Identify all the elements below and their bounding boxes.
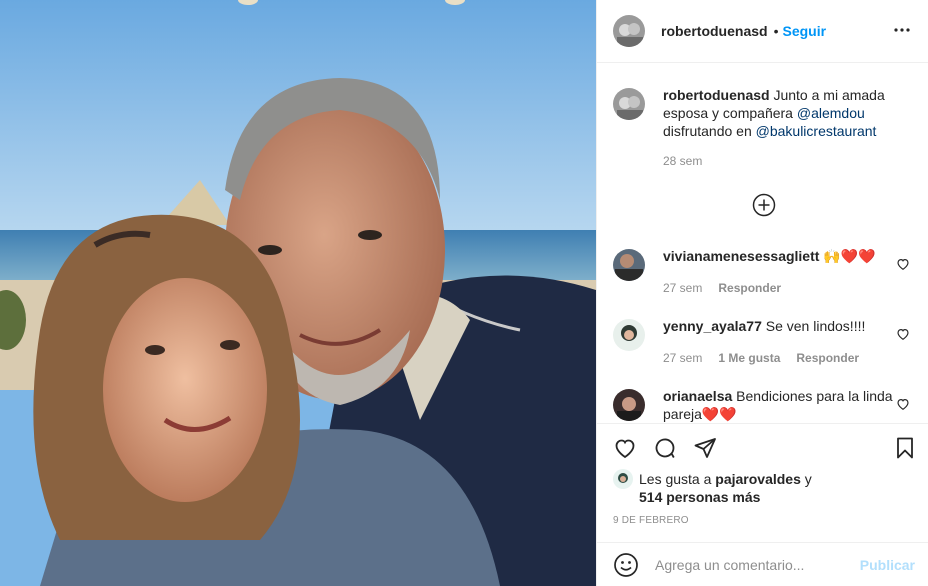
post-actions: Les gusta a pajarovaldes y 514 personas …	[597, 423, 928, 586]
load-more-comments-icon[interactable]	[752, 193, 776, 217]
post-side-panel: robertoduenasd • Seguir robertoduenasd J…	[596, 0, 928, 586]
comment-username[interactable]: vivianamenesessagliett	[663, 248, 819, 264]
comment-text: Se ven lindos!!!!	[761, 318, 866, 334]
comment-text: 🙌❤️❤️	[819, 248, 876, 264]
share-paper-plane-icon[interactable]	[693, 436, 717, 460]
comment-time[interactable]: 27 sem	[663, 279, 702, 297]
comment-username[interactable]: orianaelsa	[663, 388, 732, 404]
caption: robertoduenasd Junto a mi amada esposa y…	[613, 86, 912, 170]
comment-item: orianaelsa Bendiciones para la linda par…	[613, 387, 912, 423]
likes-prefix: Les gusta a	[639, 471, 716, 487]
instagram-post: robertoduenasd • Seguir robertoduenasd J…	[0, 0, 928, 586]
likes-others-count[interactable]: 514 personas más	[639, 489, 760, 505]
follow-button[interactable]: Seguir	[782, 23, 826, 39]
liker-avatar[interactable]	[613, 469, 633, 489]
comment-reply-button[interactable]: Responder	[718, 279, 781, 297]
comment-like-heart-icon[interactable]	[896, 257, 910, 271]
comment-likes-count[interactable]: 1 Me gusta	[718, 349, 780, 367]
comment-username[interactable]: yenny_ayala77	[663, 318, 762, 334]
comment-like-heart-icon[interactable]	[896, 397, 910, 411]
emoji-smile-icon[interactable]	[613, 552, 639, 578]
mention-bakulicrestaurant[interactable]: @bakulicrestaurant	[756, 123, 877, 139]
add-comment-bar: Publicar	[597, 542, 928, 586]
bookmark-save-icon[interactable]	[893, 436, 917, 460]
separator-dot: •	[773, 23, 779, 39]
comment-bubble-icon[interactable]	[653, 436, 677, 460]
caption-text-2: disfrutando en	[663, 123, 756, 139]
mention-alemdou[interactable]: @alemdou	[797, 105, 865, 121]
author-avatar[interactable]	[613, 15, 645, 47]
caption-avatar[interactable]	[613, 88, 645, 120]
post-date[interactable]: 9 DE FEBRERO	[613, 515, 689, 526]
comment-like-heart-icon[interactable]	[896, 327, 910, 341]
likes-middle: y	[800, 471, 812, 487]
publish-button[interactable]: Publicar	[860, 557, 915, 573]
comment-time[interactable]: 27 sem	[663, 349, 702, 367]
author-username[interactable]: robertoduenasd	[661, 23, 768, 39]
comment-avatar[interactable]	[613, 389, 645, 421]
likes-summary: Les gusta a pajarovaldes y 514 personas …	[613, 469, 829, 506]
like-heart-icon[interactable]	[613, 436, 637, 460]
more-horizontal-icon[interactable]	[890, 18, 914, 42]
comment-reply-button[interactable]: Responder	[796, 349, 859, 367]
liker-username[interactable]: pajarovaldes	[715, 471, 801, 487]
comment-avatar[interactable]	[613, 249, 645, 281]
comment-input[interactable]	[655, 557, 845, 573]
comment-item: yenny_ayala77 Se ven lindos!!!! 27 sem 1 …	[613, 317, 912, 367]
caption-username[interactable]: robertoduenasd	[663, 87, 770, 103]
post-photo[interactable]	[0, 0, 596, 586]
post-header: robertoduenasd • Seguir	[597, 0, 928, 63]
photo-illustration	[0, 0, 596, 586]
caption-time[interactable]: 28 sem	[663, 152, 702, 170]
comment-avatar[interactable]	[613, 319, 645, 351]
comment-item: vivianamenesessagliett 🙌❤️❤️ 27 sem Respo…	[613, 247, 912, 297]
